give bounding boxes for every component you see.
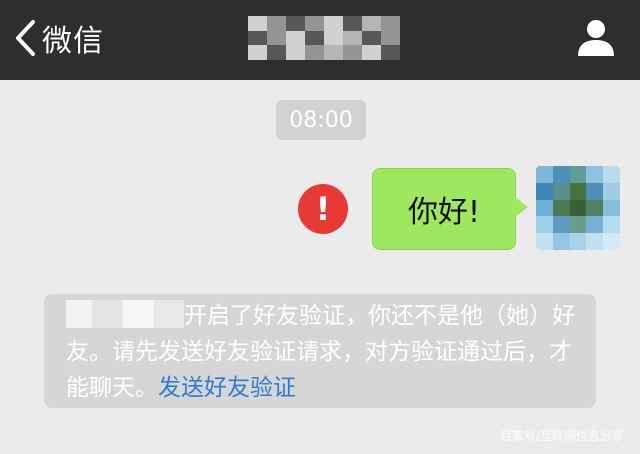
person-icon bbox=[578, 20, 614, 56]
watermark: 百家号/互联网信息分享 bbox=[499, 429, 624, 443]
exclamation-icon: ! bbox=[315, 190, 331, 228]
resend-button[interactable]: ! bbox=[298, 184, 348, 234]
navigation-bar: 微信 bbox=[0, 0, 640, 80]
contact-name-pixelated bbox=[66, 300, 184, 328]
send-verification-link[interactable]: 发送好友验证 bbox=[158, 375, 296, 401]
chat-title-pixelated bbox=[248, 16, 400, 60]
back-label: 微信 bbox=[42, 24, 104, 59]
back-button[interactable]: 微信 bbox=[14, 14, 104, 62]
user-avatar[interactable] bbox=[536, 166, 620, 250]
system-notice: 开启了好友验证，你还不是他（她）好友。请先发送好友验证请求，对方验证通过后，才能… bbox=[44, 294, 596, 408]
message-text: 你好! bbox=[407, 195, 481, 230]
message-timestamp: 08:00 bbox=[276, 100, 366, 140]
outgoing-message-bubble[interactable]: 你好! bbox=[372, 168, 528, 250]
chat-info-button[interactable] bbox=[574, 16, 618, 60]
chevron-left-icon bbox=[16, 20, 35, 56]
